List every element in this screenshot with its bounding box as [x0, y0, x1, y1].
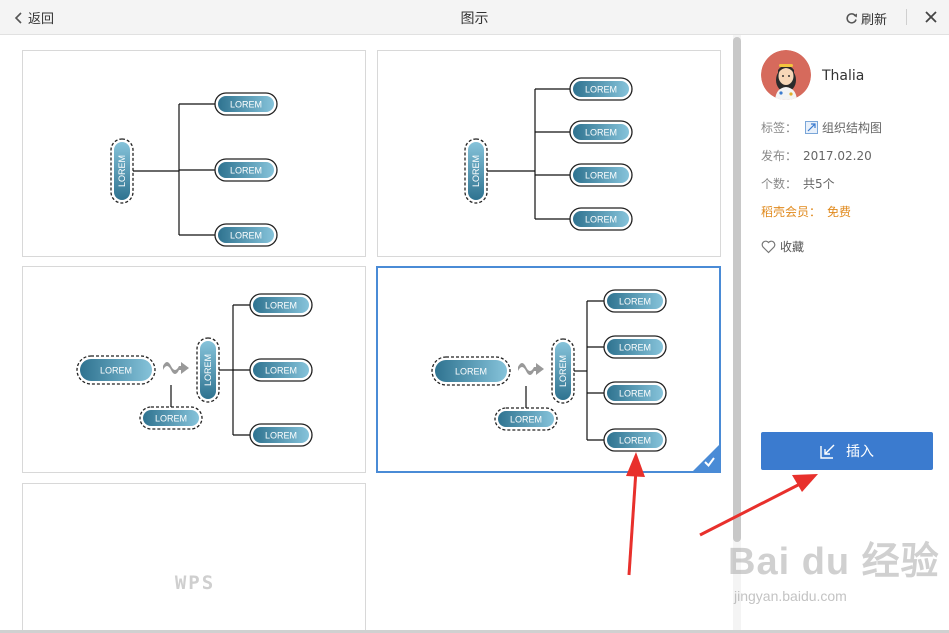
template-card-5[interactable]: WPS [22, 483, 366, 633]
author-avatar [761, 50, 811, 100]
dialog-header: 返回 图示 刷新 [0, 0, 949, 35]
diagram-node: LOREM [494, 407, 558, 431]
publish-value: 2017.02.20 [803, 148, 872, 163]
diagram-preview-2: LOREM LOREM LOREM LOREM LOREM [464, 77, 633, 231]
diagram-node: LOREM [569, 120, 633, 144]
node-label: LOREM [619, 436, 651, 446]
node-label: LOREM [203, 354, 213, 386]
diagram-node: LOREM [76, 355, 156, 385]
meta-tag-row: 标签： 组织结构图 [761, 119, 882, 136]
template-card-4[interactable]: LOREM LOREM LOREM LOREM LOREM LOREM LOREM [376, 266, 721, 473]
node-label: LOREM [117, 155, 127, 187]
dialog-title: 图示 [460, 11, 489, 27]
diagram-node: LOREM [214, 223, 278, 247]
node-label: LOREM [230, 166, 262, 176]
diagram-node: LOREM [569, 77, 633, 101]
member-value: 免费 [827, 205, 852, 219]
diagram-node: LOREM [603, 381, 667, 405]
template-card-1[interactable]: LOREM LOREM LOREM LOREM [22, 50, 366, 257]
insert-icon [820, 444, 835, 459]
detail-sidebar: Thalia 标签： 组织结构图 发布： 2017.02.20 个数： 共5个 … [742, 35, 949, 633]
node-label: LOREM [510, 415, 542, 425]
diagram-node: LOREM [214, 92, 278, 116]
count-label: 个数： [761, 177, 798, 191]
meta-count-row: 个数： 共5个 [761, 175, 835, 192]
node-label: LOREM [619, 343, 651, 353]
diagram-node: LOREM [569, 163, 633, 187]
diagram-node: LOREM [249, 293, 313, 317]
refresh-label: 刷新 [860, 13, 887, 28]
diagram-node: LOREM [603, 335, 667, 359]
heart-icon [761, 240, 776, 253]
diagram-node: LOREM [603, 428, 667, 452]
selected-check-icon [693, 445, 719, 471]
count-value: 共5个 [803, 177, 835, 191]
diagram-preview-4: LOREM LOREM LOREM LOREM LOREM LOREM LOREM [431, 289, 667, 452]
diagram-root-node: LOREM [464, 138, 488, 204]
node-label: LOREM [585, 215, 617, 225]
favorite-label: 收藏 [780, 240, 805, 254]
favorite-button[interactable]: 收藏 [761, 238, 804, 255]
diagram-node: LOREM [214, 158, 278, 182]
node-label: LOREM [230, 100, 262, 110]
diagram-node: LOREM [249, 423, 313, 447]
node-label: LOREM [558, 355, 568, 387]
diagram-node: LOREM [603, 289, 667, 313]
node-label: LOREM [265, 301, 297, 311]
refresh-button[interactable]: 刷新 [845, 9, 887, 28]
diagram-node: LOREM [431, 356, 511, 386]
meta-publish-row: 发布： 2017.02.20 [761, 147, 872, 164]
template-grid: LOREM LOREM LOREM LOREM LOREM LOREM LOREM LORE… [0, 35, 730, 633]
diagram-root-node: LOREM [196, 337, 220, 403]
node-label: LOREM [619, 297, 651, 307]
gray-arrow-icon [518, 363, 544, 375]
author-name: Thalia [822, 68, 865, 84]
insert-label: 插入 [846, 444, 874, 460]
insert-button[interactable]: 插入 [761, 432, 933, 470]
gray-arrow-icon [163, 362, 189, 374]
node-label: LOREM [265, 366, 297, 376]
org-chart-tag-icon [805, 121, 819, 134]
chevron-left-icon [14, 11, 22, 24]
tag-value[interactable]: 组织结构图 [822, 119, 882, 136]
node-label: LOREM [585, 128, 617, 138]
diagram-node: LOREM [249, 358, 313, 382]
tag-label: 标签： [761, 121, 798, 135]
node-label: LOREM [585, 171, 617, 181]
node-label: LOREM [265, 431, 297, 441]
back-button[interactable]: 返回 [14, 8, 54, 27]
diagram-root-node: LOREM [551, 338, 575, 404]
node-label: LOREM [585, 85, 617, 95]
template-card-2[interactable]: LOREM LOREM LOREM LOREM LOREM [377, 50, 721, 257]
member-label: 稻壳会员： [761, 205, 822, 219]
node-label: LOREM [100, 366, 132, 376]
template-card-3[interactable]: LOREM LOREM LOREM LOREM LOREM LOREM [22, 266, 366, 473]
node-label: LOREM [619, 389, 651, 399]
node-label: LOREM [455, 367, 487, 377]
diagram-node: LOREM [569, 207, 633, 231]
publish-label: 发布： [761, 149, 798, 163]
wps-placeholder-logo: WPS [174, 572, 216, 594]
scrollbar-thumb[interactable] [733, 37, 741, 542]
diagram-root-node: LOREM [110, 138, 134, 204]
meta-member-row: 稻壳会员： 免费 [761, 203, 851, 220]
diagram-node: LOREM [139, 406, 203, 430]
header-divider [906, 9, 907, 25]
back-label: 返回 [28, 12, 55, 27]
refresh-icon [846, 13, 857, 24]
close-icon[interactable] [923, 9, 939, 25]
node-label: LOREM [155, 414, 187, 424]
node-label: LOREM [230, 231, 262, 241]
diagram-preview-3: LOREM LOREM LOREM LOREM LOREM LOREM [76, 293, 313, 447]
diagram-preview-1: LOREM LOREM LOREM LOREM [110, 92, 278, 247]
node-label: LOREM [471, 155, 481, 187]
